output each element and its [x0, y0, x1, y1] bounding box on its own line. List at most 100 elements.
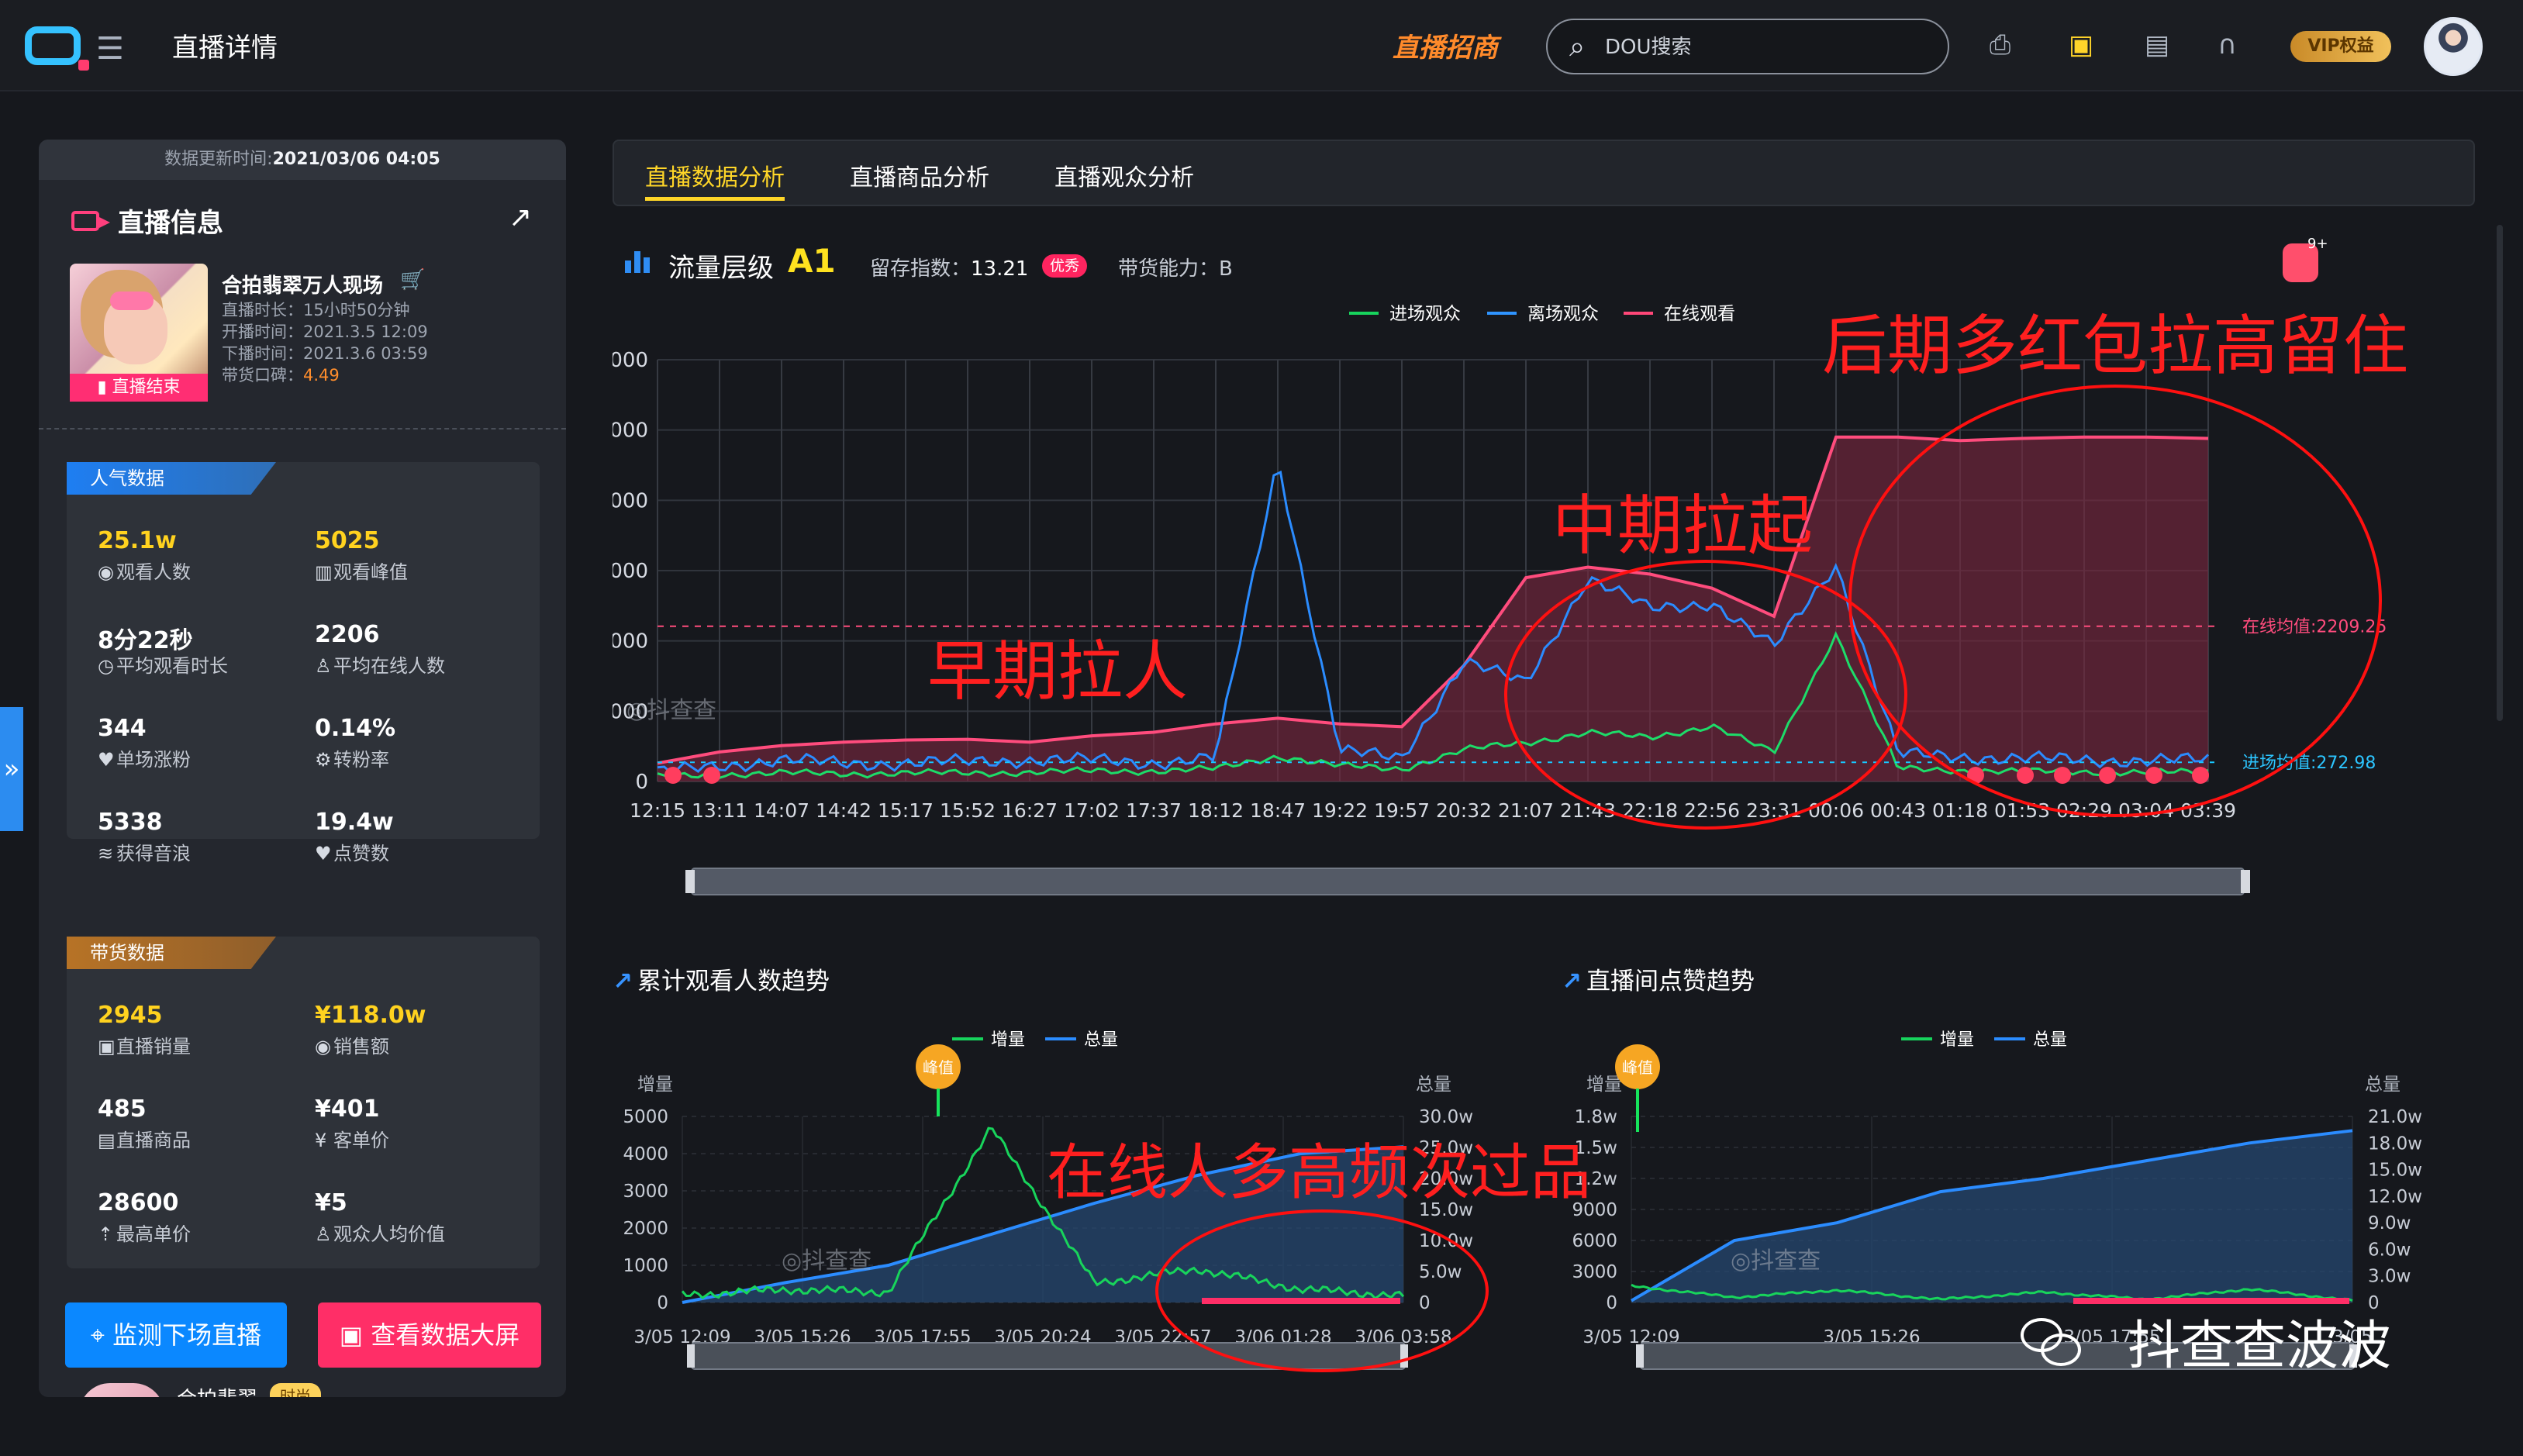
main-y-tick-label: 3000 — [613, 560, 648, 583]
main-x-tick-label: 14:07 — [754, 799, 809, 822]
sales-data-card: 带货数据 2945 ▣直播销量 ¥118.0w ◉ 销售额 485 ▤直播商品 ¥401… — [67, 937, 540, 1268]
printer-icon[interactable]: ⎙ — [1990, 29, 2010, 60]
main-y-tick-label: 4000 — [613, 489, 648, 512]
small-range-left-handle — [1636, 1344, 1644, 1368]
highest-price-stat: 28600 ⇡ 最高单价 — [98, 1189, 191, 1245]
popularity-data-card: 人气数据 25.1w ◉ 观看人数 5025 ▥观看峰值 8分22秒 ◷ 平均观看时长 2… — [67, 462, 540, 864]
bar-chart-icon — [625, 248, 653, 273]
shopping-cart-icon: 🛒 — [400, 268, 426, 292]
main-x-tick-label: 17:37 — [1126, 799, 1182, 822]
document-icon[interactable]: ▤ — [2145, 29, 2169, 60]
trend-icon: ↗ — [1562, 968, 1582, 995]
main-x-tick-label: 14:42 — [816, 799, 871, 822]
small-legend-label: 总量 — [2033, 1030, 2067, 1050]
main-y-tick-label: 0 — [635, 771, 648, 794]
red-packet-marker — [664, 767, 682, 784]
traffic-summary: 流量层级 A1 留存指数：13.21 优秀 带货能力：B — [625, 242, 1555, 284]
small-left-tick-label: 3000 — [1572, 1262, 1617, 1282]
followers-gained-stat: 344 ♥ 单场涨粉 — [98, 715, 191, 771]
early-stage-annotation: 早期拉人 — [927, 633, 1189, 709]
box-icon: ▤ — [98, 1130, 116, 1151]
right-axis-label: 总量 — [2365, 1075, 2400, 1095]
small-right-tick-label: 18.0w — [2368, 1133, 2422, 1154]
yuan-icon: ¥ — [315, 1130, 327, 1151]
main-x-tick-label: 15:17 — [878, 799, 934, 822]
main-x-tick-label: 21:07 — [1498, 799, 1554, 822]
main-range-right-handle — [2241, 870, 2250, 893]
data-dashboard-button[interactable]: ▣ 查看数据大屏 — [318, 1302, 541, 1368]
location-icon: ⌖ — [90, 1320, 113, 1350]
vertical-scrollbar[interactable] — [2497, 225, 2503, 721]
page-title: 直播详情 — [172, 33, 278, 64]
dashboard-icon: ▣ — [339, 1320, 371, 1350]
revenue-stat: ¥118.0w ◉ 销售额 — [315, 1002, 426, 1057]
menu-icon[interactable]: ☰ — [96, 31, 124, 67]
dashed-divider — [39, 428, 566, 430]
small-left-tick-label: 1000 — [623, 1256, 668, 1276]
money-icon: ◉ — [315, 1036, 331, 1057]
main-x-tick-label: 13:11 — [692, 799, 747, 822]
average-watch-time-stat: 8分22秒 ◷ 平均观看时长 — [98, 627, 228, 677]
top-bar: ☰ 直播详情 直播招商 ⌕ ⎙ ▣ ▤ ∩ VIP权益 — [0, 0, 2523, 91]
related-host-avatar[interactable] — [79, 1383, 164, 1397]
tab-live-data[interactable]: 直播数据分析 — [645, 158, 785, 201]
external-link-icon[interactable]: ↗ — [509, 202, 532, 233]
small-right-tick-label: 12.0w — [2368, 1187, 2422, 1207]
conversion-rate-stat: 0.14% ⚙ 转粉率 — [315, 715, 396, 771]
headphones-icon[interactable]: ∩ — [2218, 29, 2237, 60]
live-sourcing-link[interactable]: 直播招商 — [1393, 26, 1498, 64]
user-avatar[interactable] — [2424, 17, 2483, 76]
end-time: 下播时间：2021.3.6 03:59 — [222, 344, 428, 363]
fashion-badge: 时尚 — [270, 1383, 321, 1397]
main-legend-label: 离场观众 — [1527, 304, 1599, 324]
likes-trend-title: ↗ 直播间点赞趋势 — [1562, 968, 1755, 995]
app-logo[interactable] — [25, 26, 89, 71]
small-right-tick-label: 21.0w — [2368, 1107, 2422, 1127]
small-left-tick-label: 4000 — [623, 1144, 668, 1164]
tab-product-analysis[interactable]: 直播商品分析 — [850, 158, 989, 192]
tab-audience-analysis[interactable]: 直播观众分析 — [1054, 158, 1194, 192]
search-input[interactable] — [1605, 33, 1915, 62]
wechat-watermark: 抖查查波波 — [2128, 1316, 2392, 1377]
small-right-tick-label: 30.0w — [1419, 1107, 1473, 1127]
small-right-tick-label: 6.0w — [2368, 1240, 2411, 1260]
small-left-tick-label: 6000 — [1572, 1231, 1617, 1251]
bar-icon: ▮ — [97, 378, 112, 397]
small-left-tick-label: 3000 — [623, 1182, 668, 1202]
sound-wave-stat: 5338 ≋ 获得音浪 — [98, 809, 191, 864]
main-x-tick-label: 18:47 — [1250, 799, 1306, 822]
small-left-tick-label: 1.8w — [1575, 1107, 1617, 1127]
expand-sidebar-button[interactable]: » — [0, 707, 23, 831]
products-stat: 485 ▤直播商品 — [98, 1095, 191, 1151]
up-icon: ⇡ — [98, 1223, 114, 1245]
watermark-logo: ◎抖查查 — [1731, 1247, 1821, 1275]
sound-icon: ≋ — [98, 843, 114, 864]
red-packet-marker — [703, 767, 720, 784]
excellent-badge: 优秀 — [1042, 254, 1087, 278]
watermark-logo: ◎抖查查 — [782, 1247, 871, 1275]
host-name[interactable]: 合拍翡翠万人现场 — [222, 270, 383, 298]
live-info-panel: 数据更新时间:2021/03/06 04:05 直播信息 ↗ ▮ 直播结束 合拍… — [39, 140, 566, 1397]
vip-badge[interactable]: VIP权益 — [2290, 31, 2391, 62]
search-icon: ⌕ — [1569, 31, 1586, 63]
video-camera-icon — [71, 211, 110, 231]
viewer-value-stat: ¥5 ♙ 观众人均价值 — [315, 1189, 445, 1245]
small-left-tick-label: 0 — [1606, 1293, 1617, 1313]
sales-data-title: 带货数据 — [67, 937, 276, 969]
sales-capacity: 带货能力：B — [1118, 257, 1233, 281]
left-axis-label: 增量 — [637, 1075, 673, 1095]
search-box[interactable]: ⌕ — [1546, 19, 1949, 74]
calendar-check-icon[interactable]: ▣ — [2069, 29, 2093, 60]
monitor-next-live-button[interactable]: ⌖ 监测下场直播 — [65, 1302, 287, 1368]
related-host-name[interactable]: 合拍翡翠 — [177, 1383, 257, 1397]
peak-viewers-stat: 5025 ▥观看峰值 — [315, 527, 408, 583]
small-right-tick-label: 3.0w — [2368, 1267, 2411, 1287]
traffic-level-value: A1 — [788, 242, 836, 280]
main-range-left-handle — [685, 870, 695, 893]
gift-count: 9+ — [2307, 236, 2328, 252]
heart-icon: ♥ — [98, 749, 115, 771]
main-legend-label: 进场观众 — [1389, 304, 1461, 324]
total-area — [1631, 1130, 2352, 1302]
wechat-icon — [2021, 1318, 2083, 1368]
watermark-logo: ◎抖查查 — [626, 697, 716, 724]
